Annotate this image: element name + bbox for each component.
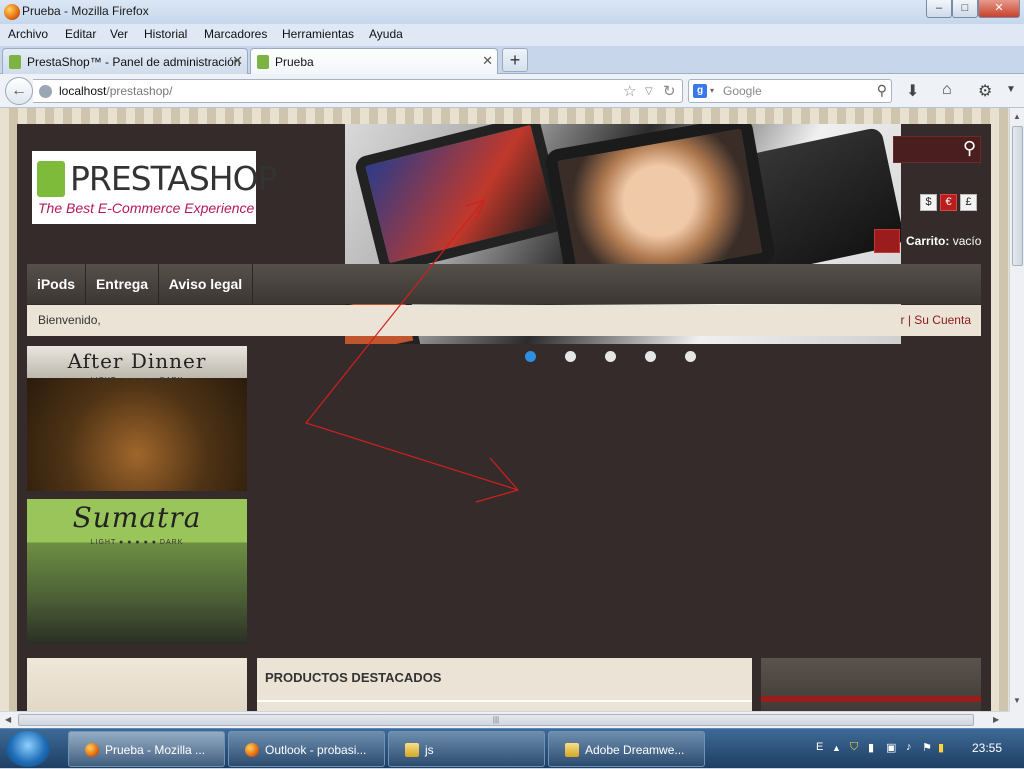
addon-icon[interactable]: ⚙ [978, 81, 992, 101]
maximize-button[interactable]: □ [952, 0, 978, 18]
task-outlook[interactable]: Outlook - probasi... [228, 731, 385, 767]
menu-archivo[interactable]: Archivo [8, 27, 48, 41]
firefox-icon [85, 743, 99, 757]
menu-ver[interactable]: Ver [110, 27, 128, 41]
menu-historial[interactable]: Historial [144, 27, 187, 41]
flag-icon[interactable]: ⚑ [922, 741, 932, 754]
windows-taskbar: Prueba - Mozilla ... Outlook - probasi..… [0, 728, 1024, 768]
volume-icon[interactable]: ♪ [906, 741, 912, 753]
url-bar[interactable]: localhost/prestashop/ ☆ ▽ ↻ [33, 79, 683, 103]
tab-label: PrestaShop™ - Panel de administración [27, 55, 241, 69]
tab-admin-panel[interactable]: PrestaShop™ - Panel de administración ✕ [2, 48, 248, 74]
back-button[interactable]: ← [5, 77, 33, 105]
new-tab-button[interactable]: + [502, 48, 528, 72]
engine-dropdown-icon[interactable]: ▾ [710, 86, 714, 95]
menu-bar: Archivo Editar Ver Historial Marcadores … [0, 24, 1024, 46]
close-window-button[interactable]: ✕ [978, 0, 1020, 18]
home-icon[interactable]: ⌂ [942, 81, 952, 99]
task-js-folder[interactable]: js [388, 731, 545, 767]
task-label: Outlook - probasi... [265, 743, 367, 757]
menu-herramientas[interactable]: Herramientas [282, 27, 354, 41]
clock[interactable]: 23:55 [972, 741, 1002, 755]
scrollbar-corner [1009, 711, 1024, 728]
horizontal-scrollbar[interactable]: ◀ ||| ▶ [0, 711, 1009, 728]
scroll-thumb[interactable]: ||| [18, 714, 974, 726]
task-label: Adobe Dreamwe... [585, 743, 685, 757]
monitor-icon[interactable]: ▣ [886, 741, 896, 754]
scroll-left-icon[interactable]: ◀ [5, 715, 11, 724]
task-label: js [425, 743, 434, 757]
tab-prueba[interactable]: Prueba ✕ [250, 48, 498, 75]
google-engine-icon[interactable]: g [693, 84, 707, 98]
reload-icon[interactable]: ↻ [663, 82, 676, 100]
window-title: Prueba - Mozilla Firefox [22, 4, 149, 18]
folder-icon [565, 743, 579, 757]
scroll-up-icon[interactable]: ▲ [1013, 112, 1021, 121]
url-text[interactable]: localhost/prestashop/ [59, 84, 172, 98]
site-identity-icon[interactable] [39, 85, 52, 98]
network-icon[interactable]: ▮ [868, 741, 874, 754]
window-titlebar: Prueba - Mozilla Firefox – □ ✕ [0, 0, 1024, 24]
search-bar[interactable]: g ▾ Google ⚲ [688, 79, 892, 103]
start-button[interactable] [6, 731, 50, 767]
shield-icon[interactable]: ⛉ [850, 741, 858, 754]
prestashop-favicon-icon [9, 55, 21, 69]
menu-editar[interactable]: Editar [65, 27, 96, 41]
page-viewport: PRESTASHOP The Best E-Commerce Experienc… [0, 108, 1009, 711]
navigation-bar: ← localhost/prestashop/ ☆ ▽ ↻ g ▾ Google… [0, 74, 1024, 108]
firefox-icon [245, 743, 259, 757]
scroll-right-icon[interactable]: ▶ [993, 715, 999, 724]
history-dropdown-icon[interactable]: ▽ [645, 86, 653, 97]
menu-ayuda[interactable]: Ayuda [369, 27, 403, 41]
folder-icon [405, 743, 419, 757]
search-input[interactable]: Google [723, 84, 762, 98]
show-hidden-icons-icon[interactable]: ▲ [832, 743, 841, 753]
search-icon[interactable]: ⚲ [877, 82, 887, 99]
scroll-down-icon[interactable]: ▼ [1013, 696, 1021, 705]
annotation-arrow [304, 199, 520, 503]
bookmark-star-icon[interactable]: ☆ [623, 82, 636, 100]
minimize-button[interactable]: – [926, 0, 952, 18]
language-indicator[interactable]: E [816, 741, 823, 753]
scroll-thumb[interactable] [1012, 126, 1023, 266]
task-firefox[interactable]: Prueba - Mozilla ... [68, 731, 225, 767]
firefox-icon [4, 4, 20, 20]
vertical-scrollbar[interactable]: ▲ ▼ [1009, 108, 1024, 711]
task-label: Prueba - Mozilla ... [105, 743, 206, 757]
battery-icon[interactable]: ▮ [938, 741, 944, 754]
tab-label: Prueba [275, 55, 314, 69]
menu-marcadores[interactable]: Marcadores [204, 27, 267, 41]
task-dreamweaver[interactable]: Adobe Dreamwe... [548, 731, 705, 767]
prestashop-favicon-icon [257, 55, 269, 69]
downloads-icon[interactable]: ⬇ [906, 81, 919, 101]
menu-chevron-icon[interactable]: ▼ [1006, 84, 1016, 95]
tab-bar: PrestaShop™ - Panel de administración ✕ … [0, 46, 1024, 75]
close-tab-icon[interactable]: ✕ [482, 53, 493, 69]
close-tab-icon[interactable]: ✕ [232, 53, 243, 69]
